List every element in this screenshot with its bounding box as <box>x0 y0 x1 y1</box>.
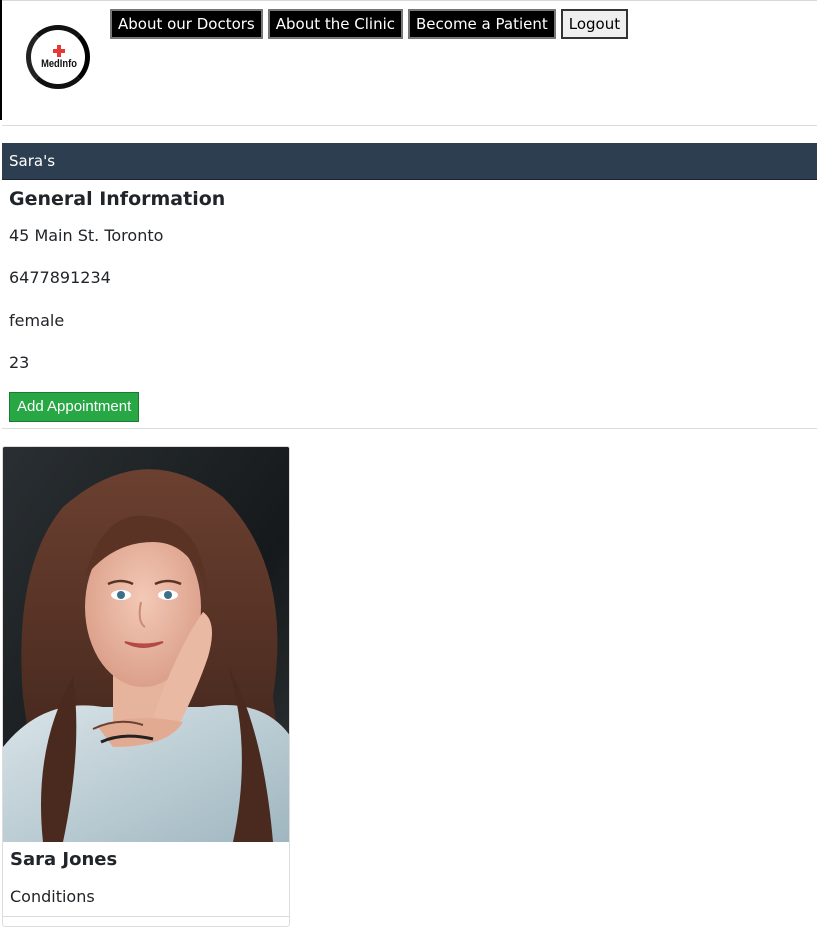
patient-gender: female <box>9 311 65 330</box>
profile-name: Sara Jones <box>10 849 118 870</box>
top-border <box>2 0 817 1</box>
patient-address: 45 Main St. Toronto <box>9 226 164 245</box>
medical-cross-icon <box>53 45 65 57</box>
left-edge-border <box>0 0 2 120</box>
logo-text: MedInfo <box>41 58 77 70</box>
section-title: General Information <box>9 188 226 210</box>
nav-about-doctors-button[interactable]: About our Doctors <box>110 9 263 39</box>
add-appointment-button[interactable]: Add Appointment <box>9 392 140 422</box>
patient-card-header: Sara's <box>2 143 817 180</box>
medinfo-logo[interactable]: MedInfo <box>26 25 92 91</box>
logout-button[interactable]: Logout <box>560 9 629 39</box>
card-divider <box>3 916 289 917</box>
nav-become-patient-button[interactable]: Become a Patient <box>408 9 556 39</box>
section-divider <box>2 428 817 429</box>
logo-ring <box>26 25 90 89</box>
patient-age: 23 <box>9 353 30 372</box>
profile-photo <box>3 447 289 842</box>
top-navigation: About our Doctors About the Clinic Becom… <box>110 9 629 39</box>
conditions-label[interactable]: Conditions <box>10 887 95 906</box>
profile-card: Sara Jones Conditions <box>2 446 290 927</box>
patient-phone: 6477891234 <box>9 268 111 287</box>
header-divider <box>2 125 817 126</box>
nav-about-clinic-button[interactable]: About the Clinic <box>267 9 403 39</box>
